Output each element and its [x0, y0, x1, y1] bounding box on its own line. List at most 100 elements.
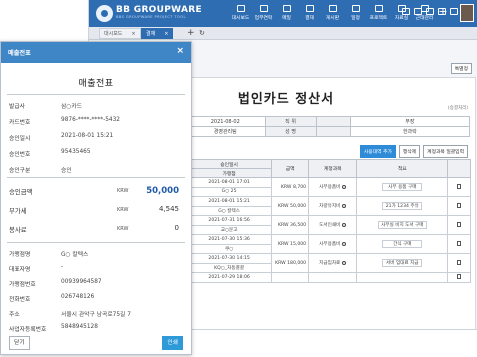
- mail-icon: [259, 5, 268, 12]
- currency: KRW: [275, 260, 286, 266]
- field-value: 95435465: [61, 149, 91, 155]
- memo-input[interactable]: 서버 임대료 지급: [382, 259, 423, 267]
- row-memo[interactable]: 사무실 비치 도서 구매: [356, 215, 449, 235]
- nav-mail[interactable]: 메일: [275, 3, 298, 25]
- tab-approval[interactable]: 결재 ×: [141, 28, 174, 39]
- receipt-icon[interactable]: [457, 274, 462, 280]
- nav-dashboard[interactable]: 대시보드: [229, 3, 252, 25]
- row-memo[interactable]: 21가 1234 주유: [356, 196, 449, 216]
- close-icon[interactable]: ×: [131, 31, 135, 37]
- receipt-title: 매출전표: [78, 79, 114, 89]
- table-row[interactable]: 2021-07-30 15:36 KRW 15,000 사무용품비 간식 구매: [185, 234, 471, 254]
- name-header: 성 명: [264, 126, 317, 137]
- app-root: BB GROUPWARE BBS GROUPWARE PROJECT TOOL …: [0, 0, 477, 357]
- tab-add-button[interactable]: +: [187, 28, 195, 39]
- close-icon[interactable]: ×: [176, 46, 184, 56]
- search-icon[interactable]: [342, 260, 347, 265]
- search-icon[interactable]: [342, 222, 347, 227]
- field-label: 승인구분: [9, 168, 31, 174]
- search-icon[interactable]: [342, 203, 347, 208]
- row-account[interactable]: [308, 272, 358, 283]
- memo-input[interactable]: 사무실 비치 도서 구매: [378, 221, 427, 229]
- memo-input[interactable]: 사무 용품 구매: [382, 183, 423, 191]
- account-name: 차량유지비: [319, 204, 341, 209]
- receipt-icon[interactable]: [457, 203, 462, 208]
- row-account[interactable]: 도서인쇄비: [308, 215, 358, 235]
- search-icon[interactable]: [342, 184, 347, 189]
- top-bar: BB GROUPWARE BBS GROUPWARE PROJECT TOOL …: [89, 0, 477, 27]
- add-usage-button[interactable]: 사용대역 추가: [359, 145, 396, 158]
- currency: KRW: [117, 226, 129, 232]
- receipt-icon[interactable]: [457, 260, 462, 265]
- nav-board[interactable]: 게시판: [321, 3, 344, 25]
- row-account[interactable]: 차량유지비: [308, 196, 358, 216]
- close-button[interactable]: 닫기: [9, 336, 30, 350]
- close-icon[interactable]: ×: [164, 31, 168, 37]
- receipt-icon[interactable]: [457, 222, 462, 227]
- nav-approval[interactable]: 결재: [298, 3, 321, 25]
- row-memo[interactable]: 사무 용품 구매: [356, 177, 449, 197]
- row-account[interactable]: 사무용품비: [308, 177, 358, 197]
- table-row[interactable]: 2021-08-01 15:21 KRW 50,000 차량유지비 21가 12…: [185, 196, 471, 216]
- table-row[interactable]: 2021-07-31 16:56 KRW 36,500 도서인쇄비 사무실 비치…: [185, 215, 471, 235]
- field-label: 봉사료: [9, 226, 27, 234]
- chat-icon[interactable]: [414, 8, 422, 15]
- nav-work-contact[interactable]: 업무연락: [252, 3, 275, 25]
- vat-row: 부가세 KRW 4,545: [9, 205, 179, 217]
- field-value: 승인: [61, 168, 72, 174]
- row-receipt[interactable]: [447, 272, 471, 283]
- amount: 15,000: [290, 241, 307, 247]
- row-account[interactable]: 지급임차료: [308, 253, 358, 273]
- row-account[interactable]: 사무용품비: [308, 234, 358, 254]
- row-memo[interactable]: 서버 임대료 지급: [356, 253, 449, 273]
- approval-datetime-row: 승인일시 2021-08-01 15:21: [9, 133, 187, 143]
- avatar[interactable]: [460, 4, 474, 22]
- issuer-row: 발급사 삼○카드: [9, 101, 187, 111]
- settings-icon[interactable]: [450, 8, 458, 15]
- tab-bar: 대시보드 × 결재 × + ↻: [89, 27, 477, 40]
- memo-input[interactable]: 간식 구매: [382, 240, 423, 248]
- field-value: 삼○카드: [61, 104, 83, 110]
- field-value: 0: [174, 224, 179, 232]
- delete-row-button[interactable]: 행삭제: [398, 145, 421, 158]
- card-number-row: 카드번호 9876-****-****-5432: [9, 117, 187, 127]
- search-icon[interactable]: [342, 241, 347, 246]
- field-value: 서울시 관악구 남곡로75길 7: [61, 312, 131, 318]
- row-receipt[interactable]: [447, 253, 471, 273]
- brand-logo-icon[interactable]: [96, 5, 113, 22]
- table-row[interactable]: 2021-08-01 17:01 KRW 8,700 사무용품비 사무 용품 구…: [185, 177, 471, 197]
- row-merchant: 쿠○: [185, 243, 273, 254]
- receipt-icon[interactable]: [457, 241, 462, 246]
- nav-project[interactable]: 프로젝트: [367, 3, 390, 25]
- table-row[interactable]: 2021-07-30 14:15 KRW 180,000 지급임차료 서버 임대…: [185, 253, 471, 273]
- table-row[interactable]: 2021-07-29 18:06: [185, 272, 471, 283]
- tab-label: 대시보드: [104, 31, 123, 37]
- row-memo[interactable]: [356, 272, 449, 283]
- nav-label: 게시판: [325, 16, 340, 21]
- print-button[interactable]: 인쇄: [162, 336, 183, 350]
- field-value: 026748126: [61, 294, 95, 300]
- field-label: 가맹점명: [9, 252, 31, 258]
- row-memo[interactable]: 간식 구매: [356, 234, 449, 254]
- receipt-icon[interactable]: [457, 184, 462, 189]
- field-label: 카드번호: [9, 120, 31, 126]
- field-value: -: [61, 264, 64, 270]
- org-icon[interactable]: [426, 8, 434, 15]
- field-value: 9876-****-****-5432: [61, 117, 120, 123]
- memo-input[interactable]: 21가 1234 주유: [382, 202, 423, 210]
- print-icon[interactable]: [438, 8, 446, 15]
- tab-dashboard[interactable]: 대시보드 ×: [99, 28, 141, 39]
- special-button[interactable]: 특별정: [450, 63, 472, 74]
- notification-icon[interactable]: [402, 8, 410, 15]
- row-receipt[interactable]: [447, 177, 471, 197]
- field-value: G○ 칼텍스: [61, 252, 89, 258]
- col-memo: 적요: [356, 159, 449, 178]
- row-receipt[interactable]: [447, 215, 471, 235]
- row-receipt[interactable]: [447, 234, 471, 254]
- row-receipt[interactable]: [447, 196, 471, 216]
- nav-label: 메일: [282, 16, 291, 21]
- team-name: 경영관리팀: [185, 126, 266, 137]
- bulk-account-button[interactable]: 계정과목 일괄입력: [423, 145, 468, 158]
- nav-schedule[interactable]: 일정: [344, 3, 367, 25]
- refresh-icon[interactable]: ↻: [199, 28, 205, 39]
